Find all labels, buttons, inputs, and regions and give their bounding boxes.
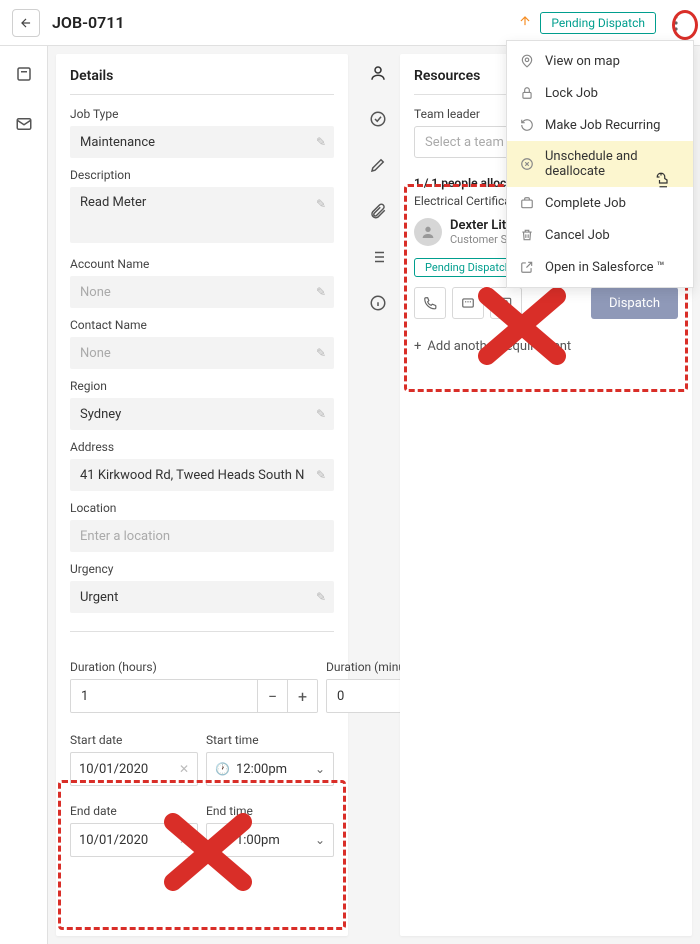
avatar — [414, 218, 442, 246]
close-icon[interactable]: ✕ — [179, 762, 189, 776]
status-badge: Pending Dispatch — [540, 12, 656, 34]
dispatch-button[interactable]: Dispatch — [591, 287, 678, 319]
external-link-icon — [519, 259, 535, 275]
description-label: Description — [70, 168, 334, 182]
menu-item-lock[interactable]: Lock Job — [507, 77, 693, 109]
duration-hours-label: Duration (hours) — [70, 660, 318, 674]
details-rail-icon[interactable] — [14, 64, 34, 84]
attachment-rail-icon[interactable] — [367, 200, 389, 222]
chevron-down-icon: ⌄ — [315, 833, 325, 847]
location-label: Location — [70, 501, 334, 515]
details-title: Details — [70, 68, 334, 95]
clock-icon: 🕐 — [215, 762, 230, 776]
menu-label: View on map — [545, 54, 620, 69]
start-time-label: Start time — [206, 733, 334, 747]
menu-item-view-map[interactable]: View on map — [507, 45, 693, 77]
description-input[interactable] — [70, 187, 334, 243]
menu-label: Make Job Recurring — [545, 118, 660, 133]
briefcase-icon — [519, 195, 535, 211]
list-rail-icon[interactable] — [367, 246, 389, 268]
address-input[interactable] — [70, 459, 334, 491]
start-date-label: Start date — [70, 733, 198, 747]
left-rail — [0, 46, 48, 944]
check-rail-icon[interactable] — [367, 108, 389, 130]
start-date-field[interactable]: ✕ — [70, 752, 198, 786]
back-button[interactable] — [12, 9, 40, 37]
info-rail-icon[interactable] — [367, 292, 389, 314]
menu-item-unschedule[interactable]: Unschedule and deallocate — [507, 141, 693, 187]
job-type-input[interactable] — [70, 126, 334, 158]
job-type-label: Job Type — [70, 107, 334, 121]
start-time-input[interactable] — [236, 762, 315, 777]
plus-icon: + — [414, 339, 421, 354]
menu-label: Lock Job — [545, 86, 598, 101]
trash-icon — [519, 227, 535, 243]
menu-item-complete[interactable]: Complete Job — [507, 187, 693, 219]
menu-label: Open in Salesforce ™ — [545, 260, 665, 275]
duration-hours-minus[interactable]: − — [257, 680, 287, 712]
start-time-field[interactable]: 🕐 ⌄ — [206, 752, 334, 786]
person-rail-icon[interactable] — [367, 62, 389, 84]
region-input[interactable] — [70, 398, 334, 430]
annotation-x-icon — [472, 276, 572, 376]
history-icon — [519, 117, 535, 133]
arrow-left-icon — [19, 16, 33, 30]
upload-icon[interactable] — [518, 13, 532, 32]
menu-item-salesforce[interactable]: Open in Salesforce ™ — [507, 251, 693, 283]
more-menu-dropdown: View on map Lock Job Make Job Recurring … — [506, 40, 694, 288]
menu-label: Complete Job — [545, 196, 626, 211]
menu-item-recurring[interactable]: Make Job Recurring — [507, 109, 693, 141]
close-circle-icon — [519, 156, 535, 172]
urgency-label: Urgency — [70, 562, 334, 576]
address-label: Address — [70, 440, 334, 454]
contact-input[interactable] — [70, 337, 334, 369]
menu-label: Cancel Job — [545, 228, 610, 243]
urgency-input[interactable] — [70, 581, 334, 613]
details-panel: Details Job Type ✎ Description ✎ Account… — [56, 54, 348, 936]
contact-label: Contact Name — [70, 318, 334, 332]
account-label: Account Name — [70, 257, 334, 271]
edit-rail-icon[interactable] — [367, 154, 389, 176]
duration-hours-plus[interactable]: + — [287, 680, 317, 712]
annotation-x-icon — [158, 802, 258, 902]
chevron-down-icon: ⌄ — [315, 762, 325, 776]
location-input[interactable] — [70, 520, 334, 552]
start-date-input[interactable] — [79, 762, 179, 777]
pin-icon — [519, 53, 535, 69]
lock-icon — [519, 85, 535, 101]
resources-rail — [356, 46, 400, 944]
duration-hours-input[interactable] — [71, 680, 257, 712]
call-button[interactable] — [414, 287, 446, 319]
more-menu-button[interactable] — [664, 11, 688, 35]
page-title: JOB-0711 — [52, 13, 125, 32]
account-input[interactable] — [70, 276, 334, 308]
region-label: Region — [70, 379, 334, 393]
menu-item-cancel[interactable]: Cancel Job — [507, 219, 693, 251]
duration-hours-stepper[interactable]: − + — [70, 679, 318, 713]
divider — [70, 631, 334, 632]
mail-rail-icon[interactable] — [14, 114, 34, 134]
